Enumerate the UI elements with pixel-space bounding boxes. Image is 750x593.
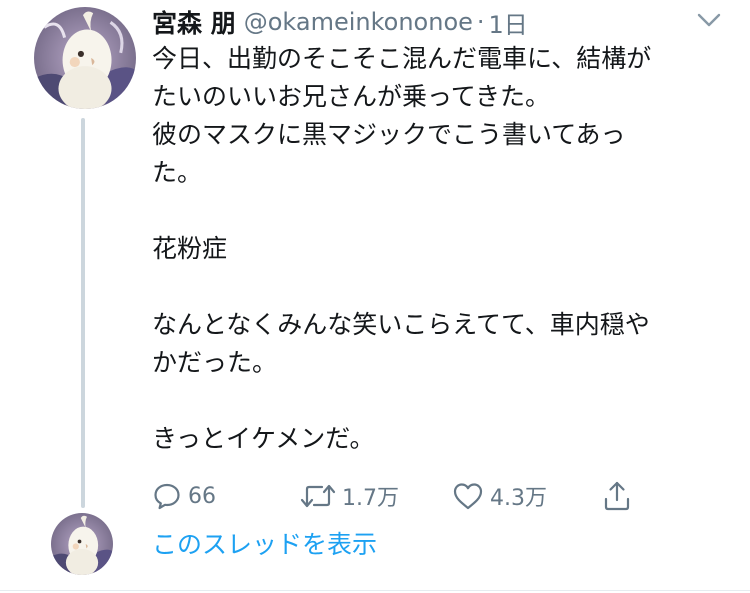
tweet-text-line: たいのいいお兄さんが乗ってきた。 [152,82,551,111]
cockatiel-avatar-image-small [51,513,113,575]
chevron-down-icon [697,13,721,27]
retweet-icon [300,484,336,508]
tweet-text-line: 花粉症 [152,234,228,263]
tweet-header: 宮森 朋 @okameinkononoe · 1日 [152,2,528,42]
author-display-name[interactable]: 宮森 朋 [152,4,236,40]
show-thread-link[interactable]: このスレッドを表示 [152,525,377,561]
tweet-screen: 宮森 朋 @okameinkononoe · 1日 今日、出勤のそこそこ混んだ電… [0,0,750,593]
bottom-divider [0,590,750,591]
share-icon [604,481,630,511]
tweet-text-line: なんとなくみんな笑いこらえてて、車内穏や [152,310,650,339]
share-button[interactable] [602,476,632,516]
tweet-actions: 66 1.7万 4.3万 [152,476,652,516]
tweet-text-line: 今日、出勤のそこそこ混んだ電車に、結構が [152,44,652,73]
reply-icon [154,483,180,510]
tweet-timestamp[interactable]: 1日 [489,5,528,40]
reply-button[interactable]: 66 [152,476,216,516]
tweet-text-line: かだった。 [152,348,278,377]
tweet-text: 今日、出勤のそこそこ混んだ電車に、結構が たいのいいお兄さんが乗ってきた。彼のマス… [152,40,737,458]
header-separator: · [476,8,485,36]
like-count: 4.3万 [490,486,547,511]
thread-author-avatar[interactable] [51,513,113,575]
author-avatar[interactable] [34,7,136,109]
heart-icon [453,483,483,510]
author-handle[interactable]: @okameinkononoe [244,8,473,36]
tweet-text-line: 彼のマスクに黒マジックでこう書いてあっ [152,120,626,149]
thread-connector-line [81,118,85,508]
retweet-button[interactable]: 1.7万 [300,476,399,516]
tweet-text-line: た。 [152,158,203,187]
more-options-button[interactable] [696,10,722,30]
reply-count: 66 [188,483,216,509]
like-button[interactable]: 4.3万 [452,476,547,516]
retweet-count: 1.7万 [342,486,399,511]
tweet-text-line: きっとイケメンだ。 [152,424,375,453]
cockatiel-avatar-image [34,7,136,109]
